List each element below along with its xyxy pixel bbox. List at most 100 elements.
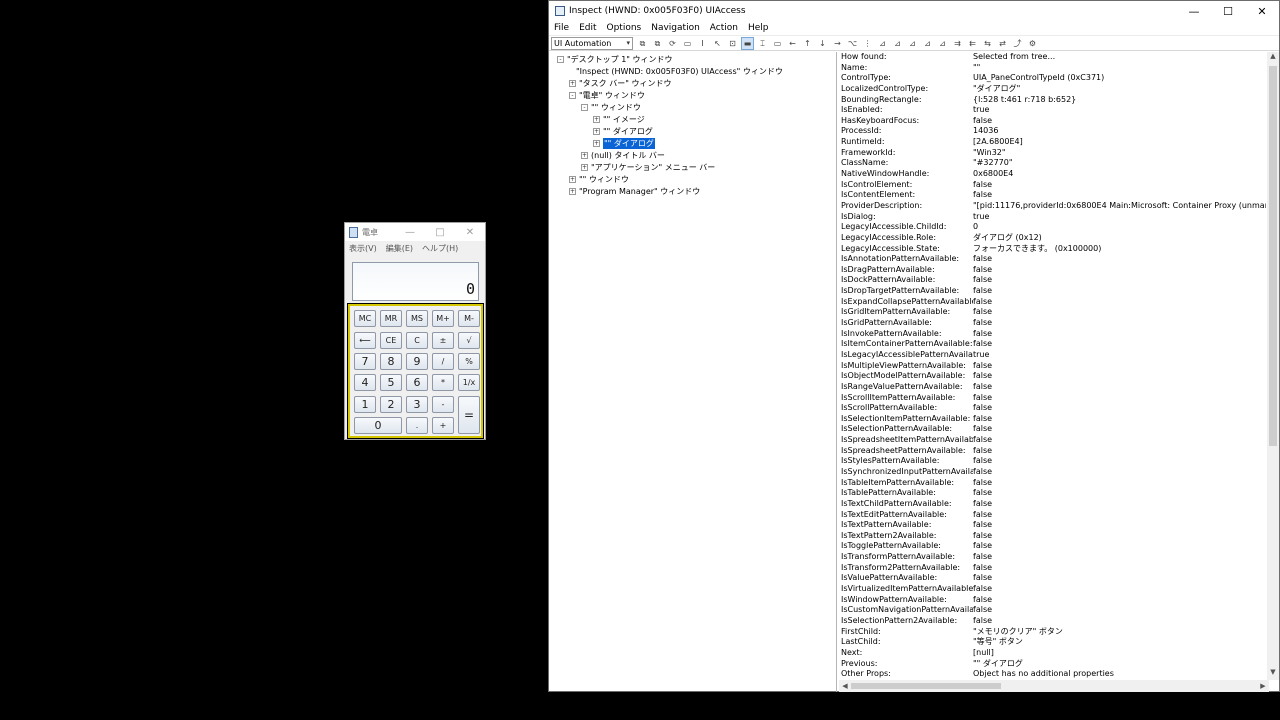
scroll-down-icon[interactable]: ▼: [1267, 668, 1279, 680]
expand-toggle-icon[interactable]: +: [569, 176, 576, 183]
property-row[interactable]: Previous: "" ダイアログ: [839, 659, 1266, 670]
collapse-icon[interactable]: ⇇: [967, 38, 978, 49]
close-button[interactable]: ✕: [455, 227, 485, 238]
digit-2-key[interactable]: 2: [380, 396, 402, 413]
property-row[interactable]: IsTextChildPatternAvailable: false: [839, 499, 1266, 510]
tree-node-label[interactable]: "" ウィンドウ: [579, 174, 629, 185]
property-row[interactable]: IsTableItemPatternAvailable: false: [839, 478, 1266, 489]
property-row[interactable]: LastChild: "等号" ボタン: [839, 637, 1266, 648]
property-row[interactable]: HasKeyboardFocus: false: [839, 116, 1266, 127]
c-key[interactable]: C: [406, 332, 428, 349]
digit-7-key[interactable]: 7: [354, 353, 376, 370]
property-row[interactable]: IsCustomNavigationPatternAvailable:false: [839, 605, 1266, 616]
backspace-key[interactable]: ⟵: [354, 332, 376, 349]
digit-9-key[interactable]: 9: [406, 353, 428, 370]
siblings-icon[interactable]: ⊿: [907, 38, 918, 49]
menu-view[interactable]: 表示(V): [349, 243, 377, 254]
menu-help[interactable]: ヘルプ(H): [422, 243, 458, 254]
copy-icon[interactable]: ⧉: [637, 38, 648, 49]
property-row[interactable]: IsLegacyIAccessiblePatternAvailable:true: [839, 350, 1266, 361]
tree-node[interactable]: + "" イメージ: [593, 114, 645, 125]
sqrt-key[interactable]: √: [458, 332, 480, 349]
parent-icon[interactable]: ⋮: [862, 38, 873, 49]
plus-minus-key[interactable]: ±: [432, 332, 454, 349]
digit-4-key[interactable]: 4: [354, 374, 376, 391]
mr-key[interactable]: MR: [380, 310, 402, 327]
property-row[interactable]: IsRangeValuePatternAvailable: false: [839, 382, 1266, 393]
property-row[interactable]: IsScrollPatternAvailable: false: [839, 403, 1266, 414]
copy-tree-icon[interactable]: ⧉: [652, 38, 663, 49]
property-row[interactable]: IsSelectionPattern2Available: false: [839, 616, 1266, 627]
inspect-title-bar[interactable]: Inspect (HWND: 0x005F03F0) UIAccess — ☐ …: [549, 1, 1279, 21]
property-row[interactable]: IsSpreadsheetItemPatternAvailable: false: [839, 435, 1266, 446]
tree-node-label[interactable]: "電卓" ウィンドウ: [579, 90, 645, 101]
property-row[interactable]: IsTogglePatternAvailable: false: [839, 541, 1266, 552]
property-row[interactable]: IsItemContainerPatternAvailable: false: [839, 339, 1266, 350]
reciprocal-key[interactable]: 1/x: [458, 374, 480, 391]
digit-8-key[interactable]: 8: [380, 353, 402, 370]
tree-node[interactable]: + "アプリケーション" メニュー バー: [581, 162, 715, 173]
property-row[interactable]: IsObjectModelPatternAvailable: false: [839, 371, 1266, 382]
property-row[interactable]: IsSelectionItemPatternAvailable: false: [839, 414, 1266, 425]
property-row[interactable]: IsTextEditPatternAvailable: false: [839, 510, 1266, 521]
expand-toggle-icon[interactable]: +: [581, 164, 588, 171]
rectangle-icon[interactable]: ▭: [682, 38, 693, 49]
property-row[interactable]: IsExpandCollapsePatternAvailable: false: [839, 297, 1266, 308]
tree-node-label[interactable]: "タスク バー" ウィンドウ: [579, 78, 671, 89]
property-row[interactable]: IsWindowPatternAvailable: false: [839, 595, 1266, 606]
tree-node[interactable]: + "" ダイアログ: [593, 126, 653, 137]
scroll-left-icon[interactable]: ◀: [839, 680, 851, 692]
digit-0-key[interactable]: 0: [354, 417, 402, 434]
expand-toggle-icon[interactable]: +: [581, 152, 588, 159]
invoke-icon[interactable]: ⇆: [982, 38, 993, 49]
minus-key[interactable]: -: [432, 396, 454, 413]
property-row[interactable]: IsGridItemPatternAvailable: false: [839, 307, 1266, 318]
tree-node[interactable]: - "" ウィンドウ: [581, 102, 641, 113]
tree-node-label[interactable]: "" ダイアログ: [603, 126, 653, 137]
show-rect-icon[interactable]: ▭: [772, 38, 783, 49]
tree-node[interactable]: "Inspect (HWND: 0x005F03F0) UIAccess" ウィ…: [569, 66, 783, 77]
property-row[interactable]: IsInvokePatternAvailable: false: [839, 329, 1266, 340]
property-row[interactable]: IsSynchronizedInputPatternAvailable:fals…: [839, 467, 1266, 478]
tree-node-label[interactable]: "アプリケーション" メニュー バー: [591, 162, 715, 173]
collapse-toggle-icon[interactable]: -: [569, 92, 576, 99]
property-row[interactable]: IsDockPatternAvailable: false: [839, 275, 1266, 286]
multiply-key[interactable]: *: [432, 374, 454, 391]
properties-vertical-scrollbar[interactable]: ▲ ▼: [1267, 52, 1279, 680]
digit-6-key[interactable]: 6: [406, 374, 428, 391]
tree-node[interactable]: + "" ウィンドウ: [569, 174, 629, 185]
minimize-button[interactable]: —: [1177, 5, 1211, 18]
property-row[interactable]: IsControlElement: false: [839, 180, 1266, 191]
menu-edit[interactable]: Edit: [579, 23, 596, 33]
property-row[interactable]: IsMultipleViewPatternAvailable: false: [839, 361, 1266, 372]
calculator-title-bar[interactable]: 電卓 — □ ✕: [345, 223, 485, 241]
collapse-toggle-icon[interactable]: -: [557, 56, 564, 63]
nav-up-icon[interactable]: ↑: [802, 38, 813, 49]
highlight-icon[interactable]: ▬: [741, 36, 754, 50]
property-row[interactable]: IsGridPatternAvailable: false: [839, 318, 1266, 329]
property-row[interactable]: IsAnnotationPatternAvailable: false: [839, 254, 1266, 265]
m-minus-key[interactable]: M-: [458, 310, 480, 327]
menu-edit[interactable]: 編集(E): [386, 243, 413, 254]
property-row[interactable]: IsEnabled: true: [839, 105, 1266, 116]
property-row[interactable]: IsTablePatternAvailable: false: [839, 488, 1266, 499]
nav-down-icon[interactable]: ↓: [817, 38, 828, 49]
property-row[interactable]: LocalizedControlType: "ダイアログ": [839, 84, 1266, 95]
horizontal-scroll-thumb[interactable]: [851, 683, 1001, 689]
collapse-toggle-icon[interactable]: -: [581, 104, 588, 111]
decimal-key[interactable]: .: [406, 417, 428, 434]
tree-node-label[interactable]: "" ウィンドウ: [591, 102, 641, 113]
expand-toggle-icon[interactable]: +: [593, 128, 600, 135]
expand-toggle-icon[interactable]: +: [569, 80, 576, 87]
expand-toggle-icon[interactable]: +: [569, 188, 576, 195]
digit-3-key[interactable]: 3: [406, 396, 428, 413]
tree-node-label[interactable]: "デスクトップ 1" ウィンドウ: [567, 54, 673, 65]
scroll-right-icon[interactable]: ▶: [1257, 680, 1269, 692]
mc-key[interactable]: MC: [354, 310, 376, 327]
property-row[interactable]: NativeWindowHandle: 0x6800E4: [839, 169, 1266, 180]
menu-action[interactable]: Action: [710, 23, 738, 33]
property-row[interactable]: RuntimeId: [2A.6800E4]: [839, 137, 1266, 148]
property-row[interactable]: ProcessId: 14036: [839, 126, 1266, 137]
property-row[interactable]: IsDropTargetPatternAvailable: false: [839, 286, 1266, 297]
toggle-icon[interactable]: ⇄: [997, 38, 1008, 49]
